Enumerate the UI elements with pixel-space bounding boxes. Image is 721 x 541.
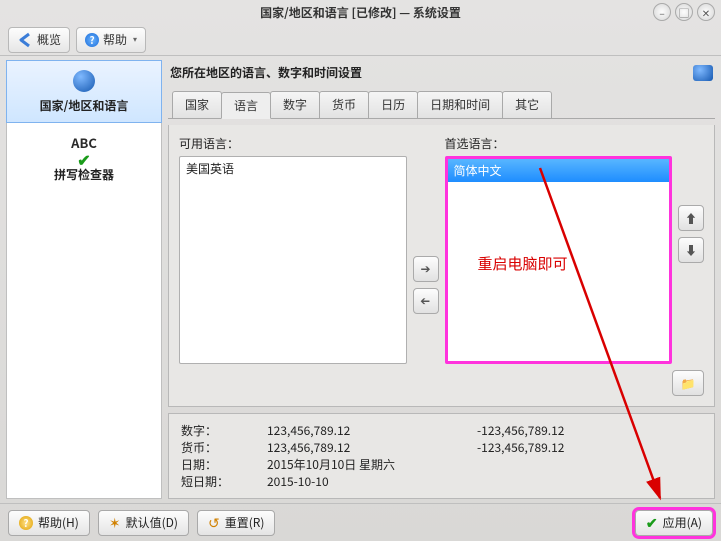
- preview-value: -123,456,789.12: [477, 422, 564, 439]
- title-bar: 国家/地区和语言 [已修改] — 系统设置 – ▢ ✕: [0, 0, 721, 24]
- preview-row: 日期： 2015年10月10日 星期六: [181, 456, 702, 473]
- sidebar-item-label: 国家/地区和语言: [11, 97, 157, 114]
- help-dropdown-button[interactable]: ? 帮助 ▾: [76, 27, 146, 53]
- button-label: 重置(R): [225, 514, 265, 531]
- button-label: 默认值(D): [126, 514, 178, 531]
- preview-value: 123,456,789.12: [267, 422, 477, 439]
- preview-row: 货币： 123,456,789.12 -123,456,789.12: [181, 439, 702, 456]
- globe-flag-icon: [68, 69, 100, 93]
- close-button[interactable]: ✕: [697, 3, 715, 21]
- arrow-up-icon: ⬆: [685, 210, 697, 227]
- preview-value: 2015年10月10日 星期六: [267, 456, 477, 473]
- available-languages-label: 可用语言：: [179, 135, 407, 152]
- tab-currency[interactable]: 货币: [319, 91, 369, 118]
- preview-key: 日期：: [181, 456, 267, 473]
- overview-button[interactable]: 概览: [8, 27, 70, 53]
- maximize-button[interactable]: ▢: [675, 3, 693, 21]
- toolbar: 概览 ? 帮助 ▾: [0, 24, 721, 56]
- preview-key: 数字：: [181, 422, 267, 439]
- list-item[interactable]: 美国英语: [180, 157, 406, 180]
- tab-numbers[interactable]: 数字: [270, 91, 320, 118]
- preview-key: 货币：: [181, 439, 267, 456]
- format-preview: 数字： 123,456,789.12 -123,456,789.12 货币： 1…: [168, 413, 715, 499]
- tab-bar: 国家 语言 数字 货币 日历 日期和时间 其它: [168, 91, 715, 119]
- defaults-icon: ✶: [109, 513, 121, 533]
- preferred-languages-label: 首选语言：: [445, 135, 673, 152]
- tab-datetime[interactable]: 日期和时间: [417, 91, 503, 118]
- reset-button[interactable]: ↺ 重置(R): [197, 510, 275, 536]
- move-right-button[interactable]: ➔: [413, 256, 439, 282]
- preview-row: 数字： 123,456,789.12 -123,456,789.12: [181, 422, 702, 439]
- arrow-left-icon: ➔: [420, 292, 430, 309]
- preview-value: 2015-10-10: [267, 473, 477, 490]
- button-label: 应用(A): [663, 514, 702, 531]
- help-icon: ?: [85, 33, 99, 47]
- annotation-text: 重启电脑即可: [478, 253, 568, 274]
- move-down-button[interactable]: ⬇: [678, 237, 704, 263]
- available-languages-list[interactable]: 美国英语: [179, 156, 407, 364]
- help-icon: ?: [19, 516, 33, 530]
- chevron-down-icon: ▾: [133, 34, 137, 45]
- sidebar-item-locale[interactable]: 国家/地区和语言: [6, 60, 162, 123]
- list-item[interactable]: 简体中文: [448, 159, 670, 182]
- sidebar-item-spellcheck[interactable]: ABC✔ 拼写检查器: [7, 122, 161, 191]
- move-left-button[interactable]: ➔: [413, 288, 439, 314]
- preview-key: 短日期：: [181, 473, 267, 490]
- sidebar: 国家/地区和语言 ABC✔ 拼写检查器: [6, 60, 162, 499]
- tab-language[interactable]: 语言: [221, 92, 271, 119]
- back-arrow-icon: [17, 32, 33, 48]
- tab-calendar[interactable]: 日历: [368, 91, 418, 118]
- preferred-languages-list[interactable]: 简体中文 重启电脑即可: [445, 156, 673, 364]
- globe-icon: [693, 65, 713, 81]
- apply-button[interactable]: ✔ 应用(A): [635, 510, 713, 536]
- move-up-button[interactable]: ⬆: [678, 205, 704, 231]
- reset-languages-button[interactable]: 📁: [672, 370, 704, 396]
- page-heading: 您所在地区的语言、数字和时间设置: [170, 64, 693, 81]
- help-button[interactable]: ? 帮助(H): [8, 510, 90, 536]
- folder-reset-icon: 📁: [681, 375, 696, 392]
- arrow-down-icon: ⬇: [685, 242, 697, 259]
- tab-country[interactable]: 国家: [172, 91, 222, 118]
- preview-row: 短日期： 2015-10-10: [181, 473, 702, 490]
- bottom-button-bar: ? 帮助(H) ✶ 默认值(D) ↺ 重置(R) ✔ 应用(A): [0, 503, 721, 541]
- main-pane: 您所在地区的语言、数字和时间设置 国家 语言 数字 货币 日历 日期和时间 其它…: [168, 60, 715, 499]
- preview-value: 123,456,789.12: [267, 439, 477, 456]
- reset-icon: ↺: [208, 513, 220, 533]
- preview-value: -123,456,789.12: [477, 439, 564, 456]
- window-title: 国家/地区和语言 [已修改] — 系统设置: [260, 4, 461, 21]
- button-label: 帮助(H): [38, 514, 79, 531]
- defaults-button[interactable]: ✶ 默认值(D): [98, 510, 189, 536]
- spellcheck-icon: ABC✔: [68, 130, 100, 154]
- tab-other[interactable]: 其它: [502, 91, 552, 118]
- help-label: 帮助: [103, 31, 127, 48]
- minimize-button[interactable]: –: [653, 3, 671, 21]
- language-tab-content: 可用语言： 美国英语 ➔ ➔ 首选语言： 简体中文 重启电脑即可: [168, 125, 715, 407]
- overview-label: 概览: [37, 31, 61, 48]
- arrow-right-icon: ➔: [420, 260, 430, 277]
- check-icon: ✔: [646, 513, 658, 533]
